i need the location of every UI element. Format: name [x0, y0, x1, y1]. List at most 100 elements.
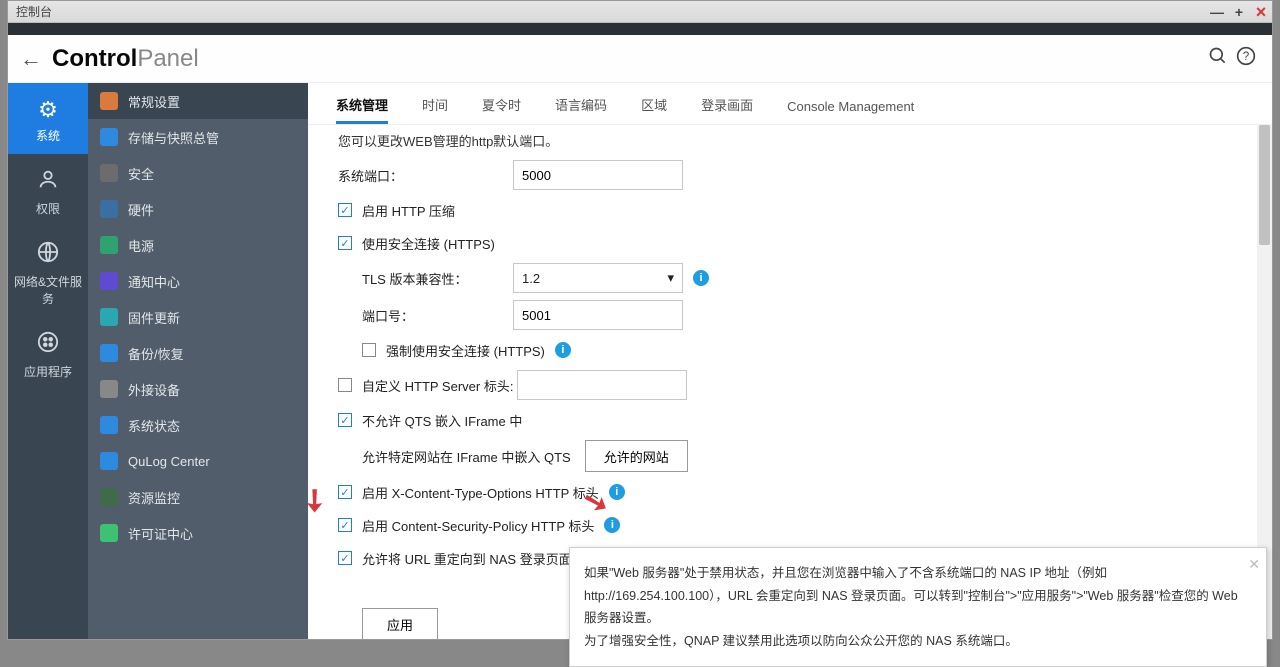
back-arrow-icon[interactable]: ←: [20, 46, 52, 72]
sidebar-item-label: QuLog Center: [128, 454, 210, 469]
tab-system-mgmt[interactable]: 系统管理: [336, 85, 388, 124]
tab-console-mgmt[interactable]: Console Management: [787, 89, 914, 124]
rail-item-system[interactable]: ⚙ 系统: [8, 83, 88, 154]
row-https-port: 端口号：: [338, 300, 1242, 330]
sidebar-item[interactable]: QuLog Center: [88, 443, 308, 479]
window-title: 控制台: [16, 3, 52, 20]
chevron-down-icon: ▾: [667, 270, 674, 286]
minimize-button[interactable]: —: [1206, 4, 1228, 20]
maximize-button[interactable]: +: [1228, 4, 1250, 20]
tab-time[interactable]: 时间: [422, 85, 448, 124]
row-http-compress: ✓ 启用 HTTP 压缩: [338, 197, 1242, 223]
checkbox-no-iframe[interactable]: ✓: [338, 413, 352, 427]
row-force-https: ✓ 强制使用安全连接 (HTTPS) i: [338, 337, 1242, 363]
sidebar-item[interactable]: 存储与快照总管: [88, 119, 308, 155]
sidebar-item-label: 备份/恢复: [128, 344, 184, 363]
truncated-desc: 您可以更改WEB管理的http默认端口。: [338, 131, 1242, 150]
globe-icon: [12, 241, 84, 269]
sidebar-item-icon: [100, 164, 118, 182]
sidebar-item[interactable]: 电源: [88, 227, 308, 263]
close-button[interactable]: ×: [1250, 5, 1272, 19]
sidebar-item-icon: [100, 128, 118, 146]
row-no-iframe: ✓ 不允许 QTS 嵌入 IFrame 中: [338, 407, 1242, 433]
tooltip-line2: 为了增强安全性，QNAP 建议禁用此选项以防向公众公开您的 NAS 系统端口。: [584, 630, 1240, 653]
info-icon[interactable]: i: [693, 270, 709, 286]
rail-item-privilege[interactable]: 权限: [8, 154, 88, 227]
help-icon[interactable]: ?: [1232, 46, 1260, 72]
sidebar-item[interactable]: 备份/恢复: [88, 335, 308, 371]
info-icon[interactable]: i: [609, 484, 625, 500]
sidebar-item[interactable]: 资源监控: [88, 479, 308, 515]
allowed-sites-button[interactable]: 允许的网站: [585, 440, 688, 472]
sidebar-item[interactable]: 许可证中心: [88, 515, 308, 551]
checkbox-xcto[interactable]: ✓: [338, 485, 352, 499]
row-https-enable: ✓ 使用安全连接 (HTTPS): [338, 230, 1242, 256]
tab-login-screen[interactable]: 登录画面: [701, 85, 753, 124]
checkbox-redirect[interactable]: ✓: [338, 551, 352, 565]
sidebar-item-label: 许可证中心: [128, 524, 193, 543]
sidebar-item-label: 资源监控: [128, 488, 180, 507]
checkbox-https[interactable]: ✓: [338, 236, 352, 250]
tooltip-line1: 如果"Web 服务器"处于禁用状态，并且您在浏览器中输入了不含系统端口的 NAS…: [584, 562, 1240, 630]
checkbox-http-compress[interactable]: ✓: [338, 203, 352, 217]
svg-text:?: ?: [1243, 50, 1250, 63]
sidebar-item[interactable]: 安全: [88, 155, 308, 191]
sidebar-item-label: 外接设备: [128, 380, 180, 399]
row-custom-header: ✓ 自定义 HTTP Server 标头:: [338, 370, 1242, 400]
row-system-port: 系统端口：: [338, 160, 1242, 190]
checkbox-custom-header[interactable]: ✓: [338, 378, 352, 392]
sidebar: 常规设置存储与快照总管安全硬件电源通知中心固件更新备份/恢复外接设备系统状态 Qu…: [88, 83, 308, 639]
row-tls: TLS 版本兼容性： 1.2 ▾ i: [338, 263, 1242, 293]
info-icon[interactable]: i: [555, 342, 571, 358]
sidebar-item-icon: [100, 200, 118, 218]
sidebar-item[interactable]: 常规设置: [88, 83, 308, 119]
apply-button[interactable]: 应用: [362, 608, 438, 639]
info-tooltip: ✕ 如果"Web 服务器"处于禁用状态，并且您在浏览器中输入了不含系统端口的 N…: [569, 547, 1267, 667]
sidebar-item-icon: [100, 344, 118, 362]
sidebar-item-label: 电源: [128, 236, 154, 255]
sidebar-item-icon: [100, 488, 118, 506]
sidebar-item[interactable]: 硬件: [88, 191, 308, 227]
sidebar-item-label: 存储与快照总管: [128, 128, 219, 147]
sidebar-item[interactable]: 外接设备: [88, 371, 308, 407]
tab-codepage[interactable]: 语言编码: [555, 85, 607, 124]
sidebar-item-icon: [100, 380, 118, 398]
apps-icon: [12, 331, 84, 359]
tooltip-close-icon[interactable]: ✕: [1248, 552, 1260, 577]
sidebar-item[interactable]: 固件更新: [88, 299, 308, 335]
custom-header-input[interactable]: [517, 370, 687, 400]
sidebar-item-label: 固件更新: [128, 308, 180, 327]
sidebar-item-icon: [100, 308, 118, 326]
search-icon[interactable]: [1204, 46, 1232, 72]
sidebar-item-icon: [100, 92, 118, 110]
sidebar-item-icon: [100, 416, 118, 434]
tabs: 系统管理 时间 夏令时 语言编码 区域 登录画面 Console Managem…: [308, 83, 1272, 125]
brand-title: ControlPanel: [52, 45, 199, 73]
sidebar-item[interactable]: 系统状态: [88, 407, 308, 443]
https-port-input[interactable]: [513, 300, 683, 330]
tls-select[interactable]: 1.2 ▾: [513, 263, 683, 293]
row-iframe-allow: 允许特定网站在 IFrame 中嵌入 QTS 允许的网站: [338, 440, 1242, 472]
tab-dst[interactable]: 夏令时: [482, 85, 521, 124]
sidebar-item-icon: [100, 524, 118, 542]
sidebar-item[interactable]: 通知中心: [88, 263, 308, 299]
sidebar-item-label: 系统状态: [128, 416, 180, 435]
row-csp: ✓ 启用 Content-Security-Policy HTTP 标头 i: [338, 512, 1242, 538]
sidebar-item-label: 常规设置: [128, 92, 180, 111]
sidebar-item-icon: [100, 236, 118, 254]
sidebar-item-icon: [100, 272, 118, 290]
left-rail: ⚙ 系统 权限 网络&文件服务 应用程序: [8, 83, 88, 639]
rail-item-apps[interactable]: 应用程序: [8, 317, 88, 390]
row-xcto: ✓ 启用 X-Content-Type-Options HTTP 标头 i: [338, 479, 1242, 505]
info-icon[interactable]: i: [604, 517, 620, 533]
checkbox-force-https[interactable]: ✓: [362, 343, 376, 357]
tab-region[interactable]: 区域: [641, 85, 667, 124]
app-header: ← ControlPanel ?: [8, 35, 1272, 83]
sidebar-item-label: 硬件: [128, 200, 154, 219]
system-port-input[interactable]: [513, 160, 683, 190]
title-bar: 控制台 — + ×: [8, 1, 1272, 23]
user-icon: [12, 168, 84, 196]
checkbox-csp[interactable]: ✓: [338, 518, 352, 532]
rail-item-network[interactable]: 网络&文件服务: [8, 227, 88, 317]
window-tab-strip: [8, 23, 1272, 35]
